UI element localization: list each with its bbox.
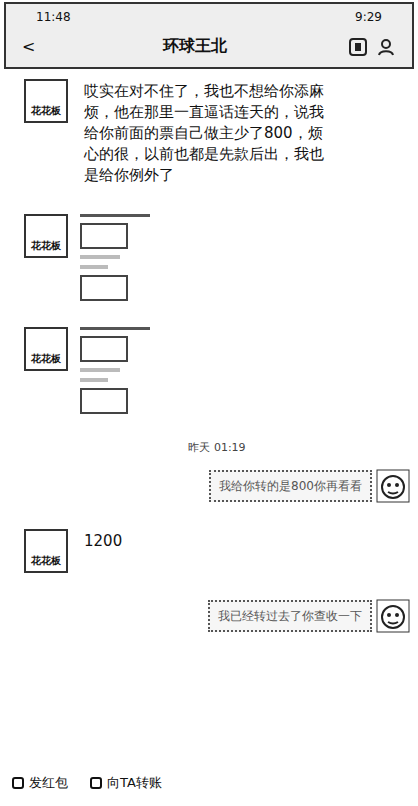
message-bubble[interactable]: 我已经转过去了你查收一下 xyxy=(208,600,372,633)
message-bubble[interactable]: 我给你转的是800你再看看 xyxy=(209,470,372,503)
message-row: 我已经转过去了你查收一下 xyxy=(24,599,410,633)
message-row: 花花板 1200 xyxy=(24,529,410,573)
image-message[interactable] xyxy=(80,327,150,414)
message-bubble[interactable]: 1200 xyxy=(80,529,126,554)
chat-title: 环球王北 xyxy=(52,36,338,57)
status-time: 11:48 xyxy=(36,10,71,24)
voice-icon[interactable] xyxy=(348,37,368,57)
message-row: 我给你转的是800你再看看 xyxy=(24,469,410,503)
avatar[interactable]: 花花板 xyxy=(24,79,68,123)
back-button[interactable]: < xyxy=(22,37,42,56)
message-bubble[interactable]: 哎实在对不住了，我也不想给你添麻烦，他在那里一直逼话连天的，说我给你前面的票自己… xyxy=(80,79,338,188)
face-avatar-icon[interactable] xyxy=(376,599,410,633)
time-stamp: 昨天 01:19 xyxy=(24,440,410,455)
chat-screen: 11:489:29<环球王北花花板哎实在对不住了，我也不想给你添麻烦，他在那里一… xyxy=(0,0,418,806)
message-row: 花花板哎实在对不住了，我也不想给你添麻烦，他在那里一直逼话连天的，说我给你前面的… xyxy=(24,79,410,188)
status-right: 9:29 xyxy=(355,10,382,24)
avatar[interactable]: 花花板 xyxy=(24,327,68,371)
face-avatar-icon[interactable] xyxy=(376,469,410,503)
status-bar: 11:48 9:29 xyxy=(6,4,412,28)
message-list: 花花板哎实在对不住了，我也不想给你添麻烦，他在那里一直逼话连天的，说我给你前面的… xyxy=(0,69,418,766)
toolbar: 发红包 向TA转账 xyxy=(0,766,418,806)
person-icon[interactable] xyxy=(376,37,396,57)
avatar[interactable]: 花花板 xyxy=(24,529,68,573)
toolbar-button[interactable]: 发红包 xyxy=(12,774,68,792)
avatar[interactable]: 花花板 xyxy=(24,214,68,258)
tool-icon xyxy=(12,777,24,789)
chat-header: < 环球王北 xyxy=(6,28,412,67)
top-panel: 11:48 9:29 < 环球王北 xyxy=(4,2,414,69)
toolbar-button[interactable]: 向TA转账 xyxy=(90,774,162,792)
message-row: 花花板 xyxy=(24,214,410,301)
tool-icon xyxy=(90,777,102,789)
message-row: 花花板 xyxy=(24,327,410,414)
image-message[interactable] xyxy=(80,214,150,301)
